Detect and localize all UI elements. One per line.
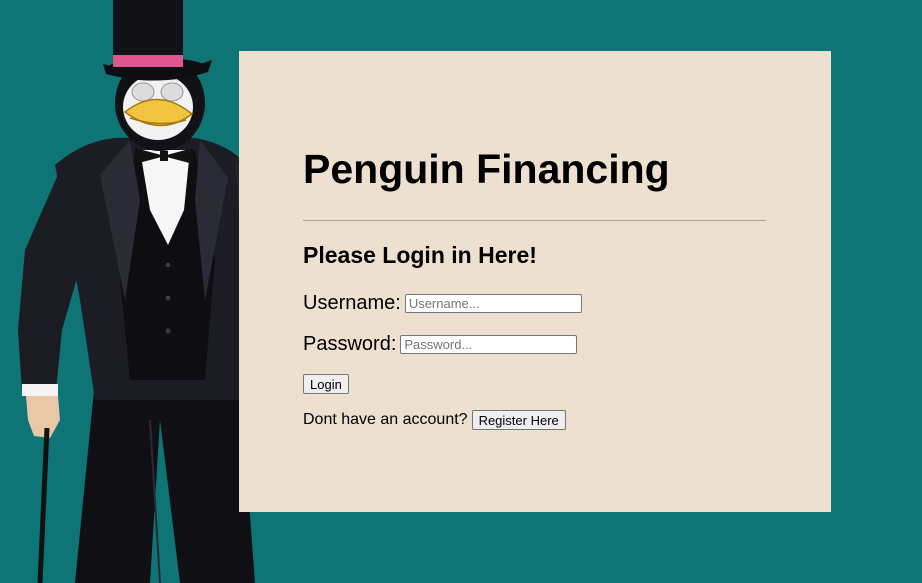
page-title: Penguin Financing [303,146,670,192]
register-button[interactable]: Register Here [471,410,566,430]
login-card: Penguin Financing Please Login in Here! … [239,51,831,512]
title-divider [303,220,766,221]
register-row: Dont have an account? Register Here [303,410,566,430]
password-input[interactable] [400,335,578,354]
username-input[interactable] [404,294,582,313]
password-row: Password: [303,333,578,356]
register-prompt: Dont have an account? [303,411,468,428]
login-button[interactable]: Login [303,374,349,394]
password-label: Password: [303,333,397,355]
username-row: Username: [303,292,582,315]
login-heading: Please Login in Here! [303,242,537,268]
username-label: Username: [303,292,401,314]
